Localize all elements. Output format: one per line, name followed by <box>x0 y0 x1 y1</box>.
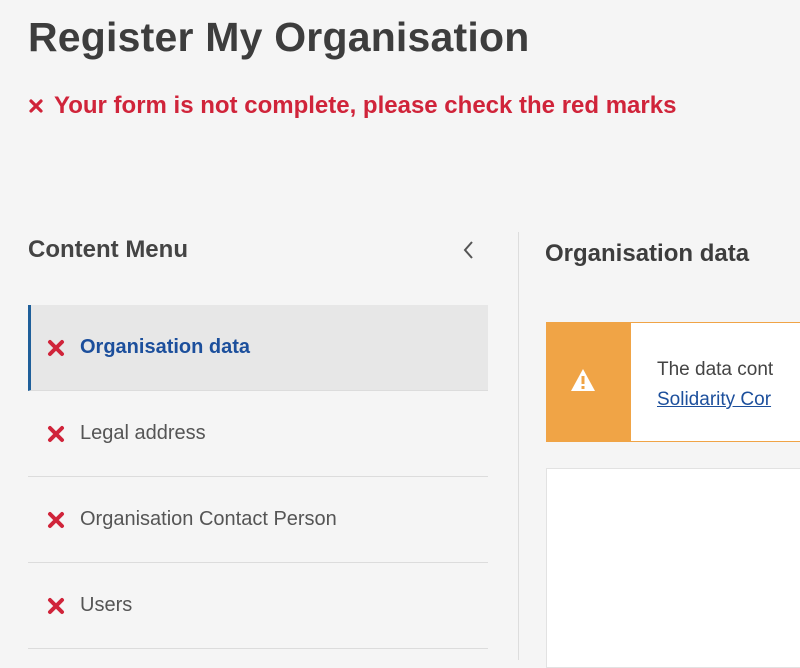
menu-item-label: Users <box>80 594 133 616</box>
warning-strip <box>547 323 631 441</box>
warning-link[interactable]: Solidarity Cor <box>657 389 771 410</box>
content-menu: Content Menu Organisation data Legal add… <box>28 228 488 660</box>
error-x-icon <box>48 339 64 356</box>
form-error-message: Your form is not complete, please check … <box>28 92 676 120</box>
page-title: Register My Organisation <box>28 14 530 60</box>
menu-item-legal-address[interactable]: Legal address <box>28 391 488 477</box>
menu-item-users[interactable]: Users <box>28 563 488 649</box>
content-menu-list: Organisation data Legal address Organisa… <box>28 305 488 649</box>
sidebar-divider <box>518 232 519 660</box>
chevron-left-icon[interactable] <box>460 238 478 262</box>
content-menu-header: Content Menu <box>28 228 488 278</box>
error-x-icon <box>48 511 64 528</box>
form-content-panel <box>546 468 800 668</box>
form-error-text: Your form is not complete, please check … <box>54 92 677 119</box>
error-x-icon <box>48 597 64 614</box>
error-x-icon <box>48 425 64 442</box>
menu-item-label: Organisation Contact Person <box>80 508 337 530</box>
content-menu-title: Content Menu <box>28 236 188 263</box>
error-x-icon <box>29 99 43 113</box>
menu-item-label: Legal address <box>80 422 206 444</box>
warning-text: The data cont Solidarity Cor <box>657 355 773 415</box>
warning-icon <box>571 369 595 391</box>
warning-alert: The data cont Solidarity Cor <box>546 322 800 442</box>
section-title: Organisation data <box>545 240 750 267</box>
menu-item-label: Organisation data <box>80 336 251 358</box>
menu-item-organisation-contact-person[interactable]: Organisation Contact Person <box>28 477 488 563</box>
menu-item-organisation-data[interactable]: Organisation data <box>28 305 488 391</box>
warning-message: The data cont <box>657 359 774 380</box>
